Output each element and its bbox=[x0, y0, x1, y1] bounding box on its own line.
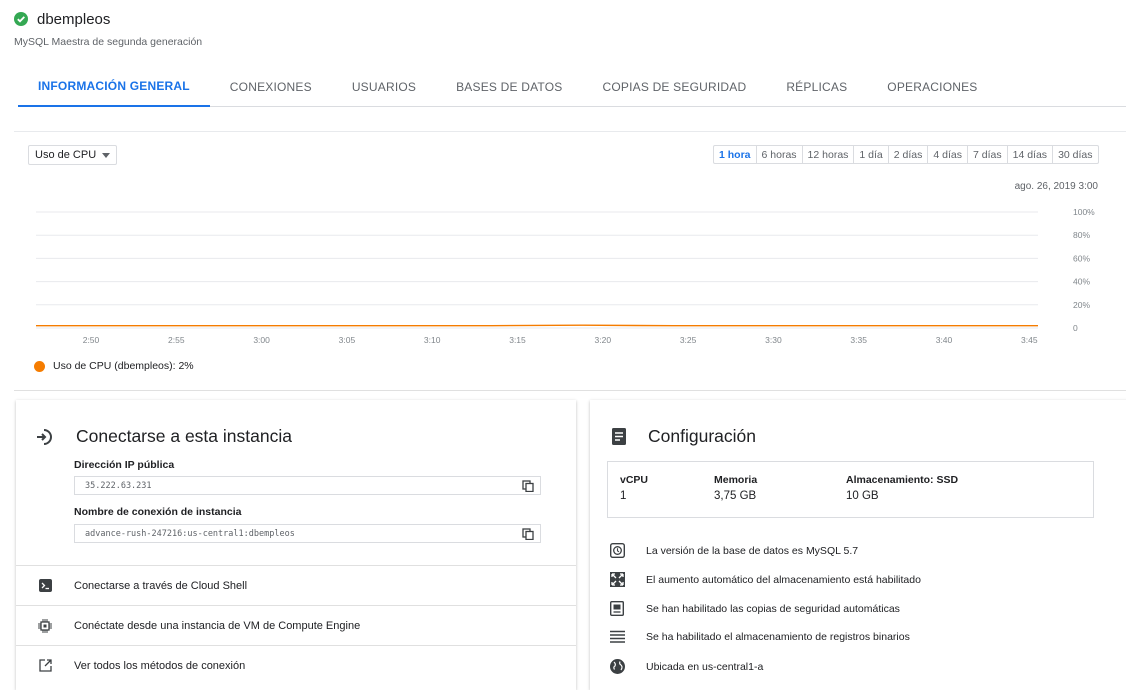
range-14-dias[interactable]: 14 días bbox=[1006, 146, 1052, 163]
backup-icon bbox=[610, 601, 624, 616]
x-tick-label: 3:05 bbox=[339, 335, 356, 345]
config-card: Configuración vCPU 1 Memoria 3,75 GB Alm… bbox=[590, 400, 1126, 690]
x-tick-label: 3:20 bbox=[595, 335, 612, 345]
connection-name-field[interactable]: advance-rush-247216:us-central1:dbempleo… bbox=[74, 524, 541, 543]
connect-card: Conectarse a esta instancia Dirección IP… bbox=[16, 400, 576, 690]
y-tick-label: 100% bbox=[1073, 207, 1095, 217]
range-6-horas[interactable]: 6 horas bbox=[755, 146, 802, 163]
info-text: La versión de la base de datos es MySQL … bbox=[646, 544, 859, 557]
config-card-title: Configuración bbox=[648, 426, 756, 446]
legend-color-dot bbox=[34, 360, 45, 372]
connection-name-label: Nombre de conexión de instancia bbox=[74, 506, 242, 518]
tab-copias-de-seguridad[interactable]: COPIAS DE SEGURIDAD bbox=[582, 66, 766, 107]
tab-bases-de-datos[interactable]: BASES DE DATOS bbox=[436, 66, 582, 107]
y-tick-label: 20% bbox=[1073, 300, 1090, 310]
x-tick-label: 3:15 bbox=[509, 335, 526, 345]
action-compute-engine[interactable]: Conéctate desde una instancia de VM de C… bbox=[16, 605, 576, 645]
document-icon bbox=[612, 428, 626, 445]
range-4-dias[interactable]: 4 días bbox=[927, 146, 967, 163]
spec-value: 1 bbox=[620, 490, 627, 502]
y-tick-label: 40% bbox=[1073, 277, 1090, 287]
range-2-dias[interactable]: 2 días bbox=[887, 146, 928, 163]
ip-field[interactable]: 35.222.63.231 bbox=[74, 476, 541, 495]
cpu-chart: 0 20% 40% 60% 80% 100% 2:50 2:55 3:00 3:05 3:10 3:1… bbox=[36, 207, 1095, 345]
connect-card-title: Conectarse a esta instancia bbox=[76, 426, 292, 446]
dropdown-arrow-icon bbox=[102, 152, 111, 158]
instance-name: dbempleos bbox=[37, 10, 111, 28]
chart-date-label: ago. 26, 2019 3:00 bbox=[1014, 181, 1098, 192]
x-tick-label: 3:00 bbox=[253, 335, 270, 345]
metric-select[interactable]: Uso de CPU bbox=[28, 145, 118, 165]
x-tick-label: 3:35 bbox=[850, 335, 867, 345]
time-range-selector: 1 hora 6 horas 12 horas 1 día 2 días 4 d… bbox=[713, 145, 1099, 164]
x-tick-label: 3:45 bbox=[1021, 335, 1038, 345]
spec-storage: Almacenamiento: SSD 10 GB bbox=[846, 474, 958, 502]
copy-icon[interactable] bbox=[522, 528, 534, 540]
instance-title: dbempleos bbox=[14, 9, 110, 29]
spec-value: 10 GB bbox=[846, 490, 879, 502]
connection-name-value: advance-rush-247216:us-central1:dbempleo… bbox=[85, 528, 295, 539]
y-tick-label: 80% bbox=[1073, 230, 1090, 240]
copy-icon[interactable] bbox=[522, 480, 534, 492]
spec-header: vCPU bbox=[620, 474, 649, 486]
terminal-icon bbox=[38, 579, 52, 592]
ip-label: Dirección IP pública bbox=[74, 459, 175, 471]
info-location: Ubicada en us-central1-a bbox=[608, 659, 763, 674]
version-icon bbox=[609, 543, 625, 558]
info-text: Se ha habilitado el almacenamiento de re… bbox=[646, 630, 910, 643]
x-tick-label: 2:50 bbox=[83, 335, 100, 345]
list-icon bbox=[609, 630, 625, 643]
info-text: Se han habilitado las copias de segurida… bbox=[646, 602, 900, 615]
connect-icon bbox=[37, 428, 52, 445]
spec-vcpu: vCPU 1 bbox=[620, 474, 648, 502]
info-db-version: La versión de la base de datos es MySQL … bbox=[608, 543, 858, 558]
spec-table: vCPU 1 Memoria 3,75 GB Almacenamiento: S… bbox=[607, 461, 1094, 518]
tab-conexiones[interactable]: CONEXIONES bbox=[210, 66, 332, 107]
x-tick-label: 3:40 bbox=[936, 335, 953, 345]
connect-card-header: Conectarse a esta instancia bbox=[34, 426, 292, 447]
legend-label: Uso de CPU (dbempleos): 2% bbox=[53, 360, 194, 372]
check-circle-icon bbox=[14, 12, 28, 26]
range-12-horas[interactable]: 12 horas bbox=[801, 146, 854, 163]
chip-icon bbox=[38, 618, 52, 633]
x-tick-label: 3:30 bbox=[765, 335, 782, 345]
info-text: El aumento automático del almacenamiento… bbox=[646, 573, 921, 586]
info-backups: Se han habilitado las copias de segurida… bbox=[608, 601, 900, 616]
metric-select-value: Uso de CPU bbox=[35, 149, 97, 161]
info-storage-autoincrease: El aumento automático del almacenamiento… bbox=[608, 572, 921, 587]
x-tick-label: 3:10 bbox=[424, 335, 441, 345]
tab-bar: INFORMACIÓN GENERAL CONEXIONES USUARIOS … bbox=[18, 66, 1126, 107]
tab-usuarios[interactable]: USUARIOS bbox=[332, 66, 436, 107]
tab-informacion-general[interactable]: INFORMACIÓN GENERAL bbox=[18, 66, 210, 107]
instance-subtitle: MySQL Maestra de segunda generación bbox=[14, 36, 203, 48]
y-tick-label: 0 bbox=[1073, 323, 1078, 333]
x-tick-label: 2:55 bbox=[168, 335, 185, 345]
info-binary-logs: Se ha habilitado el almacenamiento de re… bbox=[608, 630, 910, 643]
range-1-dia[interactable]: 1 día bbox=[853, 146, 887, 163]
globe-icon bbox=[609, 659, 625, 674]
action-all-methods-label: Ver todos los métodos de conexión bbox=[74, 659, 246, 672]
open-in-new-icon bbox=[38, 659, 52, 672]
series-line-cpu bbox=[36, 324, 1038, 327]
expand-icon bbox=[609, 572, 625, 587]
config-card-header: Configuración bbox=[612, 426, 756, 447]
tab-replicas[interactable]: RÉPLICAS bbox=[766, 66, 867, 107]
spec-memoria: Memoria 3,75 GB bbox=[714, 474, 757, 502]
spec-header: Memoria bbox=[714, 474, 758, 486]
range-30-dias[interactable]: 30 días bbox=[1052, 146, 1097, 163]
action-compute-engine-label: Conéctate desde una instancia de VM de C… bbox=[74, 619, 361, 632]
spec-value: 3,75 GB bbox=[714, 490, 757, 502]
action-cloud-shell-label: Conectarse a través de Cloud Shell bbox=[74, 579, 248, 592]
action-all-methods[interactable]: Ver todos los métodos de conexión bbox=[16, 645, 576, 685]
tab-operaciones[interactable]: OPERACIONES bbox=[867, 66, 997, 107]
chart-legend: Uso de CPU (dbempleos): 2% bbox=[34, 360, 194, 372]
range-7-dias[interactable]: 7 días bbox=[967, 146, 1007, 163]
ip-value: 35.222.63.231 bbox=[85, 480, 152, 491]
y-tick-label: 60% bbox=[1073, 253, 1090, 263]
spec-header: Almacenamiento: SSD bbox=[846, 474, 959, 486]
info-text: Ubicada en us-central1-a bbox=[646, 660, 764, 673]
range-1-hora[interactable]: 1 hora bbox=[714, 146, 756, 163]
x-tick-label: 3:25 bbox=[680, 335, 697, 345]
action-cloud-shell[interactable]: Conectarse a través de Cloud Shell bbox=[16, 565, 576, 605]
